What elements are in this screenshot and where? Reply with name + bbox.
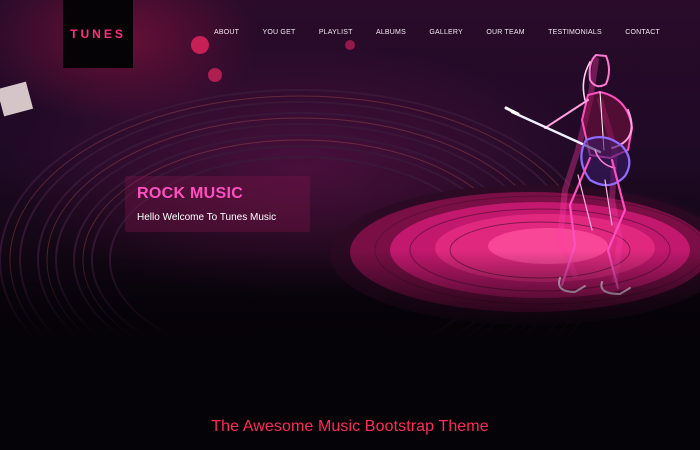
nav-contact[interactable]: CONTACT: [625, 29, 660, 36]
main-nav: ABOUT YOU GET PLAYLIST ALBUMS GALLERY OU…: [214, 29, 660, 36]
hero-fade: [0, 250, 700, 340]
hero-title: ROCK MUSIC: [137, 185, 244, 202]
nav-our-team[interactable]: OUR TEAM: [486, 29, 524, 36]
nav-albums[interactable]: ALBUMS: [376, 29, 406, 36]
hero-subtitle: Hello Welcome To Tunes Music: [137, 212, 277, 223]
hero-caption: ROCK MUSIC Hello Welcome To Tunes Music: [125, 176, 310, 232]
logo-text: TUNES: [70, 27, 126, 41]
nav-gallery[interactable]: GALLERY: [429, 29, 463, 36]
nav-you-get[interactable]: YOU GET: [263, 29, 296, 36]
logo[interactable]: TUNES: [63, 0, 133, 68]
nav-about[interactable]: ABOUT: [214, 29, 239, 36]
nav-playlist[interactable]: PLAYLIST: [319, 29, 353, 36]
nav-testimonials[interactable]: TESTIMONIALS: [548, 29, 602, 36]
section-heading: The Awesome Music Bootstrap Theme: [211, 418, 489, 435]
